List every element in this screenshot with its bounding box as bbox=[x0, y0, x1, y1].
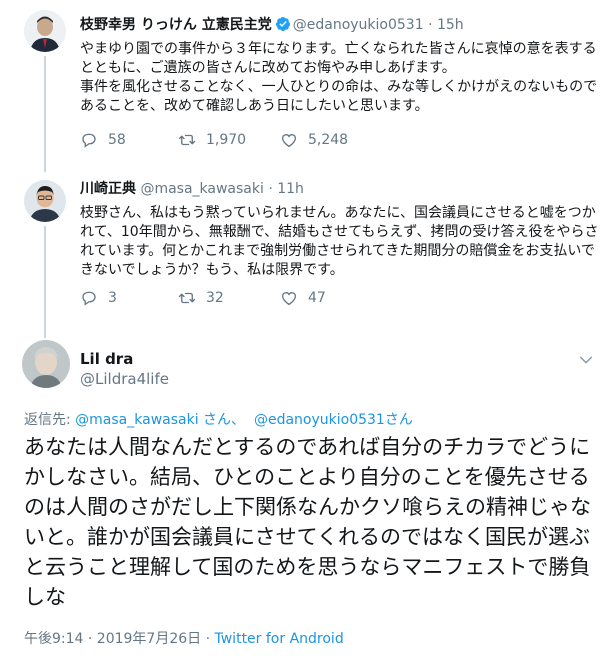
like-count: 47 bbox=[308, 290, 326, 306]
reply-button[interactable]: 3 bbox=[80, 288, 117, 308]
like-icon bbox=[281, 134, 297, 148]
timestamp[interactable]: · 15h bbox=[428, 17, 464, 33]
verified-icon bbox=[275, 16, 291, 32]
retweet-count: 32 bbox=[206, 290, 224, 306]
avatar-kawasaki-image bbox=[24, 180, 66, 222]
tweet-source-link[interactable]: Twitter for Android bbox=[215, 631, 344, 647]
retweet-icon bbox=[178, 292, 196, 304]
tweet-header: 枝野幸男 りっけん 立憲民主党 @edanoyukio0531 · 15h bbox=[80, 16, 464, 34]
retweet-button[interactable]: 32 bbox=[178, 288, 224, 308]
tweet-header: 川崎正典 @masa_kawasaki · 11h bbox=[80, 180, 304, 198]
tweet-actions: 58 1,970 5,248 bbox=[80, 130, 420, 150]
reply-button[interactable]: 58 bbox=[80, 130, 126, 150]
reply-context: 返信先: @masa_kawasaki さん、 @edanoyukio0531さ… bbox=[24, 409, 413, 429]
reply-icon bbox=[82, 291, 96, 306]
tweet-footer: 午後9:14 · 2019年7月26日 · Twitter for Androi… bbox=[24, 628, 344, 648]
like-count: 5,248 bbox=[308, 132, 349, 148]
timestamp[interactable]: · 11h bbox=[268, 181, 304, 197]
tweet-text: 枝野さん、私はもう黙っていられません。あなたに、国会議員にさせると嘘をつかれて、… bbox=[80, 205, 599, 278]
tweet-text: やまゆり園での事件から３年になります。亡くなられた皆さんに哀悼の意を表するととも… bbox=[80, 41, 598, 114]
avatar-kawasaki[interactable] bbox=[24, 180, 66, 222]
tweet-text: あなたは人間なんだとするのであれば自分のチカラでどうにかしなさい。結局、ひとのこ… bbox=[24, 435, 591, 609]
reply-count: 58 bbox=[108, 132, 126, 148]
tweet-edano[interactable]: 枝野幸男 りっけん 立憲民主党 @edanoyukio0531 · 15h やまゆ… bbox=[0, 0, 612, 172]
tweet-timestamp[interactable]: 午後9:14 · 2019年7月26日 · bbox=[24, 631, 215, 647]
display-name[interactable]: 枝野幸男 りっけん 立憲民主党 bbox=[80, 17, 272, 33]
reply-icon bbox=[82, 133, 96, 148]
chevron-down-icon[interactable] bbox=[578, 352, 594, 368]
reply-count: 3 bbox=[108, 290, 117, 306]
like-button[interactable]: 47 bbox=[280, 288, 326, 308]
avatar-lildra-image bbox=[22, 340, 70, 388]
reply-prefix: 返信先: bbox=[24, 412, 76, 428]
avatar-edano-image bbox=[24, 10, 66, 52]
like-button[interactable]: 5,248 bbox=[280, 130, 348, 150]
handle[interactable]: @edanoyukio0531 bbox=[293, 17, 424, 33]
retweet-count: 1,970 bbox=[206, 132, 247, 148]
thread-line bbox=[44, 56, 46, 172]
reply-mention-kawasaki[interactable]: @masa_kawasaki さん、 bbox=[75, 412, 245, 428]
avatar-lildra[interactable] bbox=[22, 340, 70, 388]
display-name[interactable]: 川崎正典 bbox=[80, 181, 136, 197]
tweet-kawasaki[interactable]: 川崎正典 @masa_kawasaki · 11h 枝野さん、私はもう黙っていら… bbox=[0, 170, 612, 338]
avatar-edano[interactable] bbox=[24, 10, 66, 52]
display-name[interactable]: Lil dra bbox=[80, 350, 133, 368]
like-icon bbox=[281, 292, 297, 306]
handle[interactable]: @masa_kawasaki bbox=[140, 181, 263, 197]
retweet-icon bbox=[178, 134, 196, 146]
handle[interactable]: @Lildra4life bbox=[80, 370, 169, 388]
reply-mention-edano[interactable]: @edanoyukio0531さん bbox=[254, 412, 413, 428]
retweet-button[interactable]: 1,970 bbox=[178, 130, 246, 150]
tweet-actions: 3 32 47 bbox=[80, 288, 420, 308]
